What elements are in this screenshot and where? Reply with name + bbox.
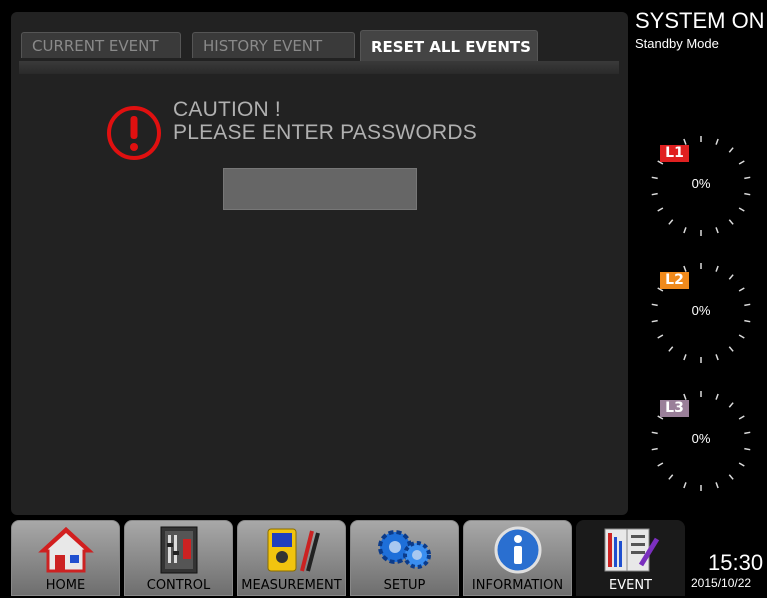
- gauge-tick: [715, 354, 719, 361]
- gauge-tick: [728, 147, 734, 153]
- gauge-tick: [728, 402, 734, 408]
- gauge-l3: L3 0%: [648, 388, 754, 494]
- gauge-tick: [715, 482, 719, 489]
- gauge-tick: [728, 219, 734, 225]
- gauge-tick: [657, 334, 664, 339]
- multimeter-icon: [267, 528, 320, 572]
- gauge-tick: [738, 160, 745, 165]
- gauge-tick: [744, 319, 751, 323]
- gauge-tick: [683, 138, 687, 145]
- tab-history-event[interactable]: HISTORY EVENT: [192, 32, 355, 58]
- gauge-tick: [738, 415, 745, 420]
- gauge-tick: [683, 265, 687, 272]
- gauge-tick: [738, 207, 745, 212]
- gauge-tick: [668, 219, 674, 225]
- gauge-tick: [683, 393, 687, 400]
- event-panel: CURRENT EVENT HISTORY EVENT RESET ALL EV…: [11, 12, 628, 515]
- phase-label-l2: L2: [660, 272, 689, 289]
- gauge-tick: [744, 192, 751, 196]
- nav-home-label: HOME: [45, 578, 86, 593]
- gauge-tick: [738, 334, 745, 339]
- control-panel-icon: [160, 526, 197, 574]
- gauge-tick: [715, 393, 719, 400]
- nav-control-label: CONTROL: [146, 578, 211, 593]
- nav-measurement-button[interactable]: MEASUREMENT: [237, 520, 346, 596]
- caution-message: CAUTION ! PLEASE ENTER PASSWORDS: [173, 98, 477, 144]
- load-percent-l1: 0%: [691, 176, 711, 191]
- nav-event-label: EVENT: [609, 578, 652, 593]
- nav-home-button[interactable]: HOME: [11, 520, 120, 596]
- clock-date: 2015/10/22: [691, 576, 752, 590]
- gauge-tick: [683, 482, 687, 489]
- gauge-tick: [715, 265, 719, 272]
- tab-underline: [19, 61, 619, 74]
- nav-event-button[interactable]: EVENT: [576, 520, 685, 596]
- gauge-tick: [744, 447, 751, 451]
- system-mode: Standby Mode: [635, 36, 719, 51]
- nav-setup-label: SETUP: [383, 578, 426, 593]
- phase-label-l1: L1: [660, 145, 689, 162]
- nav-information-label: INFORMATION: [471, 578, 564, 593]
- gauge-tick: [728, 274, 734, 280]
- caution-icon: [107, 106, 161, 160]
- gauge-tick: [657, 207, 664, 212]
- event-log-icon: [604, 528, 659, 572]
- caution-instruction: PLEASE ENTER PASSWORDS: [173, 121, 477, 144]
- nav-setup-button[interactable]: SETUP: [350, 520, 459, 596]
- tab-current-event[interactable]: CURRENT EVENT: [21, 32, 181, 58]
- gauge-l1: L1 0%: [648, 133, 754, 239]
- gauge-tick: [668, 346, 674, 352]
- gauge-tick: [651, 192, 658, 196]
- gauge-tick: [728, 474, 734, 480]
- gauge-l2: L2 0%: [648, 260, 754, 366]
- gauge-tick: [683, 354, 687, 361]
- load-percent-l3: 0%: [691, 431, 711, 446]
- gauge-tick: [715, 227, 719, 234]
- gauge-tick: [728, 346, 734, 352]
- info-icon: [494, 526, 541, 574]
- gauge-tick: [657, 462, 664, 467]
- tab-reset-all-events[interactable]: RESET ALL EVENTS: [360, 30, 538, 62]
- house-icon: [37, 526, 94, 573]
- gauge-tick: [668, 474, 674, 480]
- gauge-tick: [651, 319, 658, 323]
- gauge-tick: [651, 447, 658, 451]
- nav-information-button[interactable]: INFORMATION: [463, 520, 572, 596]
- gear-icon: [377, 530, 431, 569]
- password-input[interactable]: [223, 168, 417, 210]
- gauge-tick: [683, 227, 687, 234]
- gauge-tick: [738, 462, 745, 467]
- nav-control-button[interactable]: CONTROL: [124, 520, 233, 596]
- nav-measurement-label: MEASUREMENT: [241, 578, 342, 593]
- load-percent-l2: 0%: [691, 303, 711, 318]
- system-status: SYSTEM ON: [635, 8, 765, 33]
- phase-label-l3: L3: [660, 400, 689, 417]
- caution-title: CAUTION !: [173, 98, 281, 121]
- gauge-tick: [715, 138, 719, 145]
- clock-time: 15:30: [708, 550, 764, 575]
- gauge-tick: [738, 287, 745, 292]
